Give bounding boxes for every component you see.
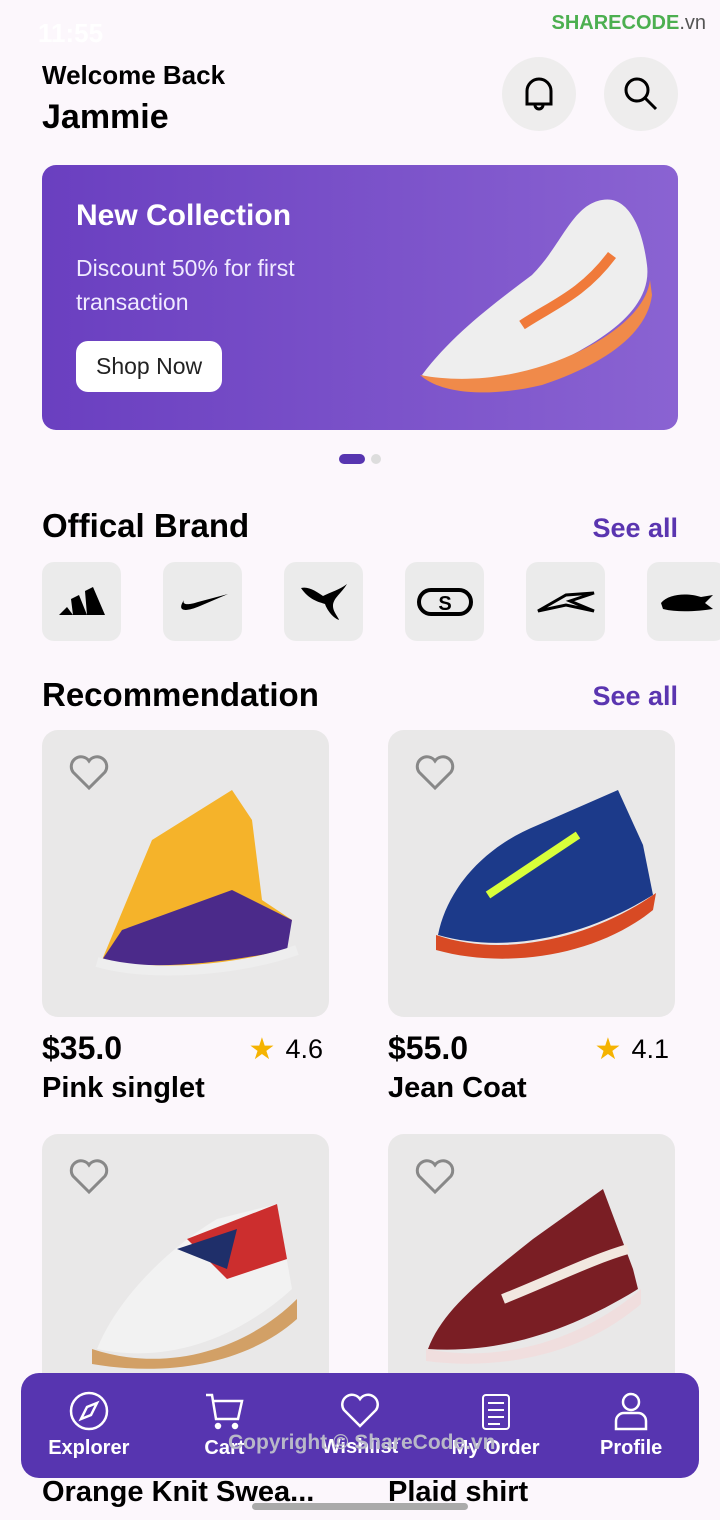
watermark-logo: SHARECODE.vn: [551, 12, 706, 34]
clipboard-icon: [481, 1394, 510, 1430]
sneaker-image: [92, 1204, 297, 1369]
brand-lacoste[interactable]: [647, 562, 720, 641]
product-name: Jean Coat: [388, 1072, 527, 1104]
product-rating: ★ 4.1: [594, 1033, 669, 1066]
search-button[interactable]: [604, 57, 678, 131]
heart-icon: [341, 1393, 379, 1428]
product-image: [42, 730, 329, 1017]
brand-puma[interactable]: [284, 562, 363, 641]
product-rating: ★ 4.6: [248, 1033, 323, 1066]
banner-title: New Collection: [76, 199, 292, 232]
adidas-logo-icon: [58, 586, 105, 615]
brand-reebok[interactable]: [526, 562, 605, 641]
cart-icon: [206, 1393, 244, 1430]
dot[interactable]: [371, 454, 381, 464]
brands-see-all[interactable]: See all: [592, 513, 678, 544]
heart-icon[interactable]: [68, 1158, 110, 1196]
puma-logo-icon: [300, 583, 347, 620]
user-icon: [614, 1392, 648, 1431]
product-name: Pink singlet: [42, 1072, 205, 1104]
copyright-watermark: Copyright © ShareCode.vn: [228, 1431, 496, 1454]
nike-logo-icon: [180, 593, 228, 610]
brand-adidas[interactable]: [42, 562, 121, 641]
notification-button[interactable]: [502, 57, 576, 131]
status-time: 11:55: [38, 18, 104, 48]
search-icon: [624, 77, 658, 111]
banner-subtitle: Discount 50% for first transaction: [76, 255, 295, 315]
recommendation-see-all[interactable]: See all: [592, 681, 678, 712]
promo-banner[interactable]: New Collection Discount 50% for first tr…: [42, 165, 678, 430]
brand-nike[interactable]: [163, 562, 242, 641]
bottom-navigation: Explorer Cart Wishlist My Order Profile: [21, 1373, 699, 1478]
sneaker-image: [95, 790, 299, 976]
dot-active[interactable]: [339, 454, 365, 464]
product-card[interactable]: $35.0 ★ 4.6 Pink singlet: [42, 730, 329, 1104]
home-indicator[interactable]: [252, 1503, 468, 1510]
svg-text:S: S: [438, 593, 451, 615]
user-name: Jammie: [42, 98, 169, 136]
greeting: Welcome Back: [42, 60, 226, 90]
product-card[interactable]: $55.0 ★ 4.1 Jean Coat: [388, 730, 675, 1104]
sneaker-image: [420, 199, 652, 393]
star-icon: ★: [248, 1033, 276, 1066]
product-image: [388, 730, 675, 1017]
star-icon: ★: [594, 1033, 622, 1066]
shop-now-button[interactable]: Shop Now: [76, 341, 223, 392]
brands-title: Offical Brand: [42, 507, 250, 544]
compass-icon: [69, 1391, 109, 1431]
reebok-logo-icon: [536, 591, 595, 612]
brand-skechers[interactable]: S: [405, 562, 484, 641]
wm-brand: SHARECODE: [551, 12, 680, 34]
carousel-indicator[interactable]: [339, 454, 381, 464]
nav-profile[interactable]: Profile: [571, 1391, 691, 1460]
sneaker-image: [426, 1189, 641, 1364]
skechers-logo-icon: S: [416, 587, 473, 616]
product-price: $35.0: [42, 1030, 123, 1066]
recommendation-title: Recommendation: [42, 676, 319, 713]
bell-icon: [525, 77, 553, 111]
brand-list: S: [42, 562, 720, 641]
product-price: $55.0: [388, 1030, 469, 1066]
sneaker-image: [436, 790, 656, 959]
nav-explorer[interactable]: Explorer: [29, 1391, 149, 1460]
lacoste-logo-icon: [660, 594, 713, 611]
